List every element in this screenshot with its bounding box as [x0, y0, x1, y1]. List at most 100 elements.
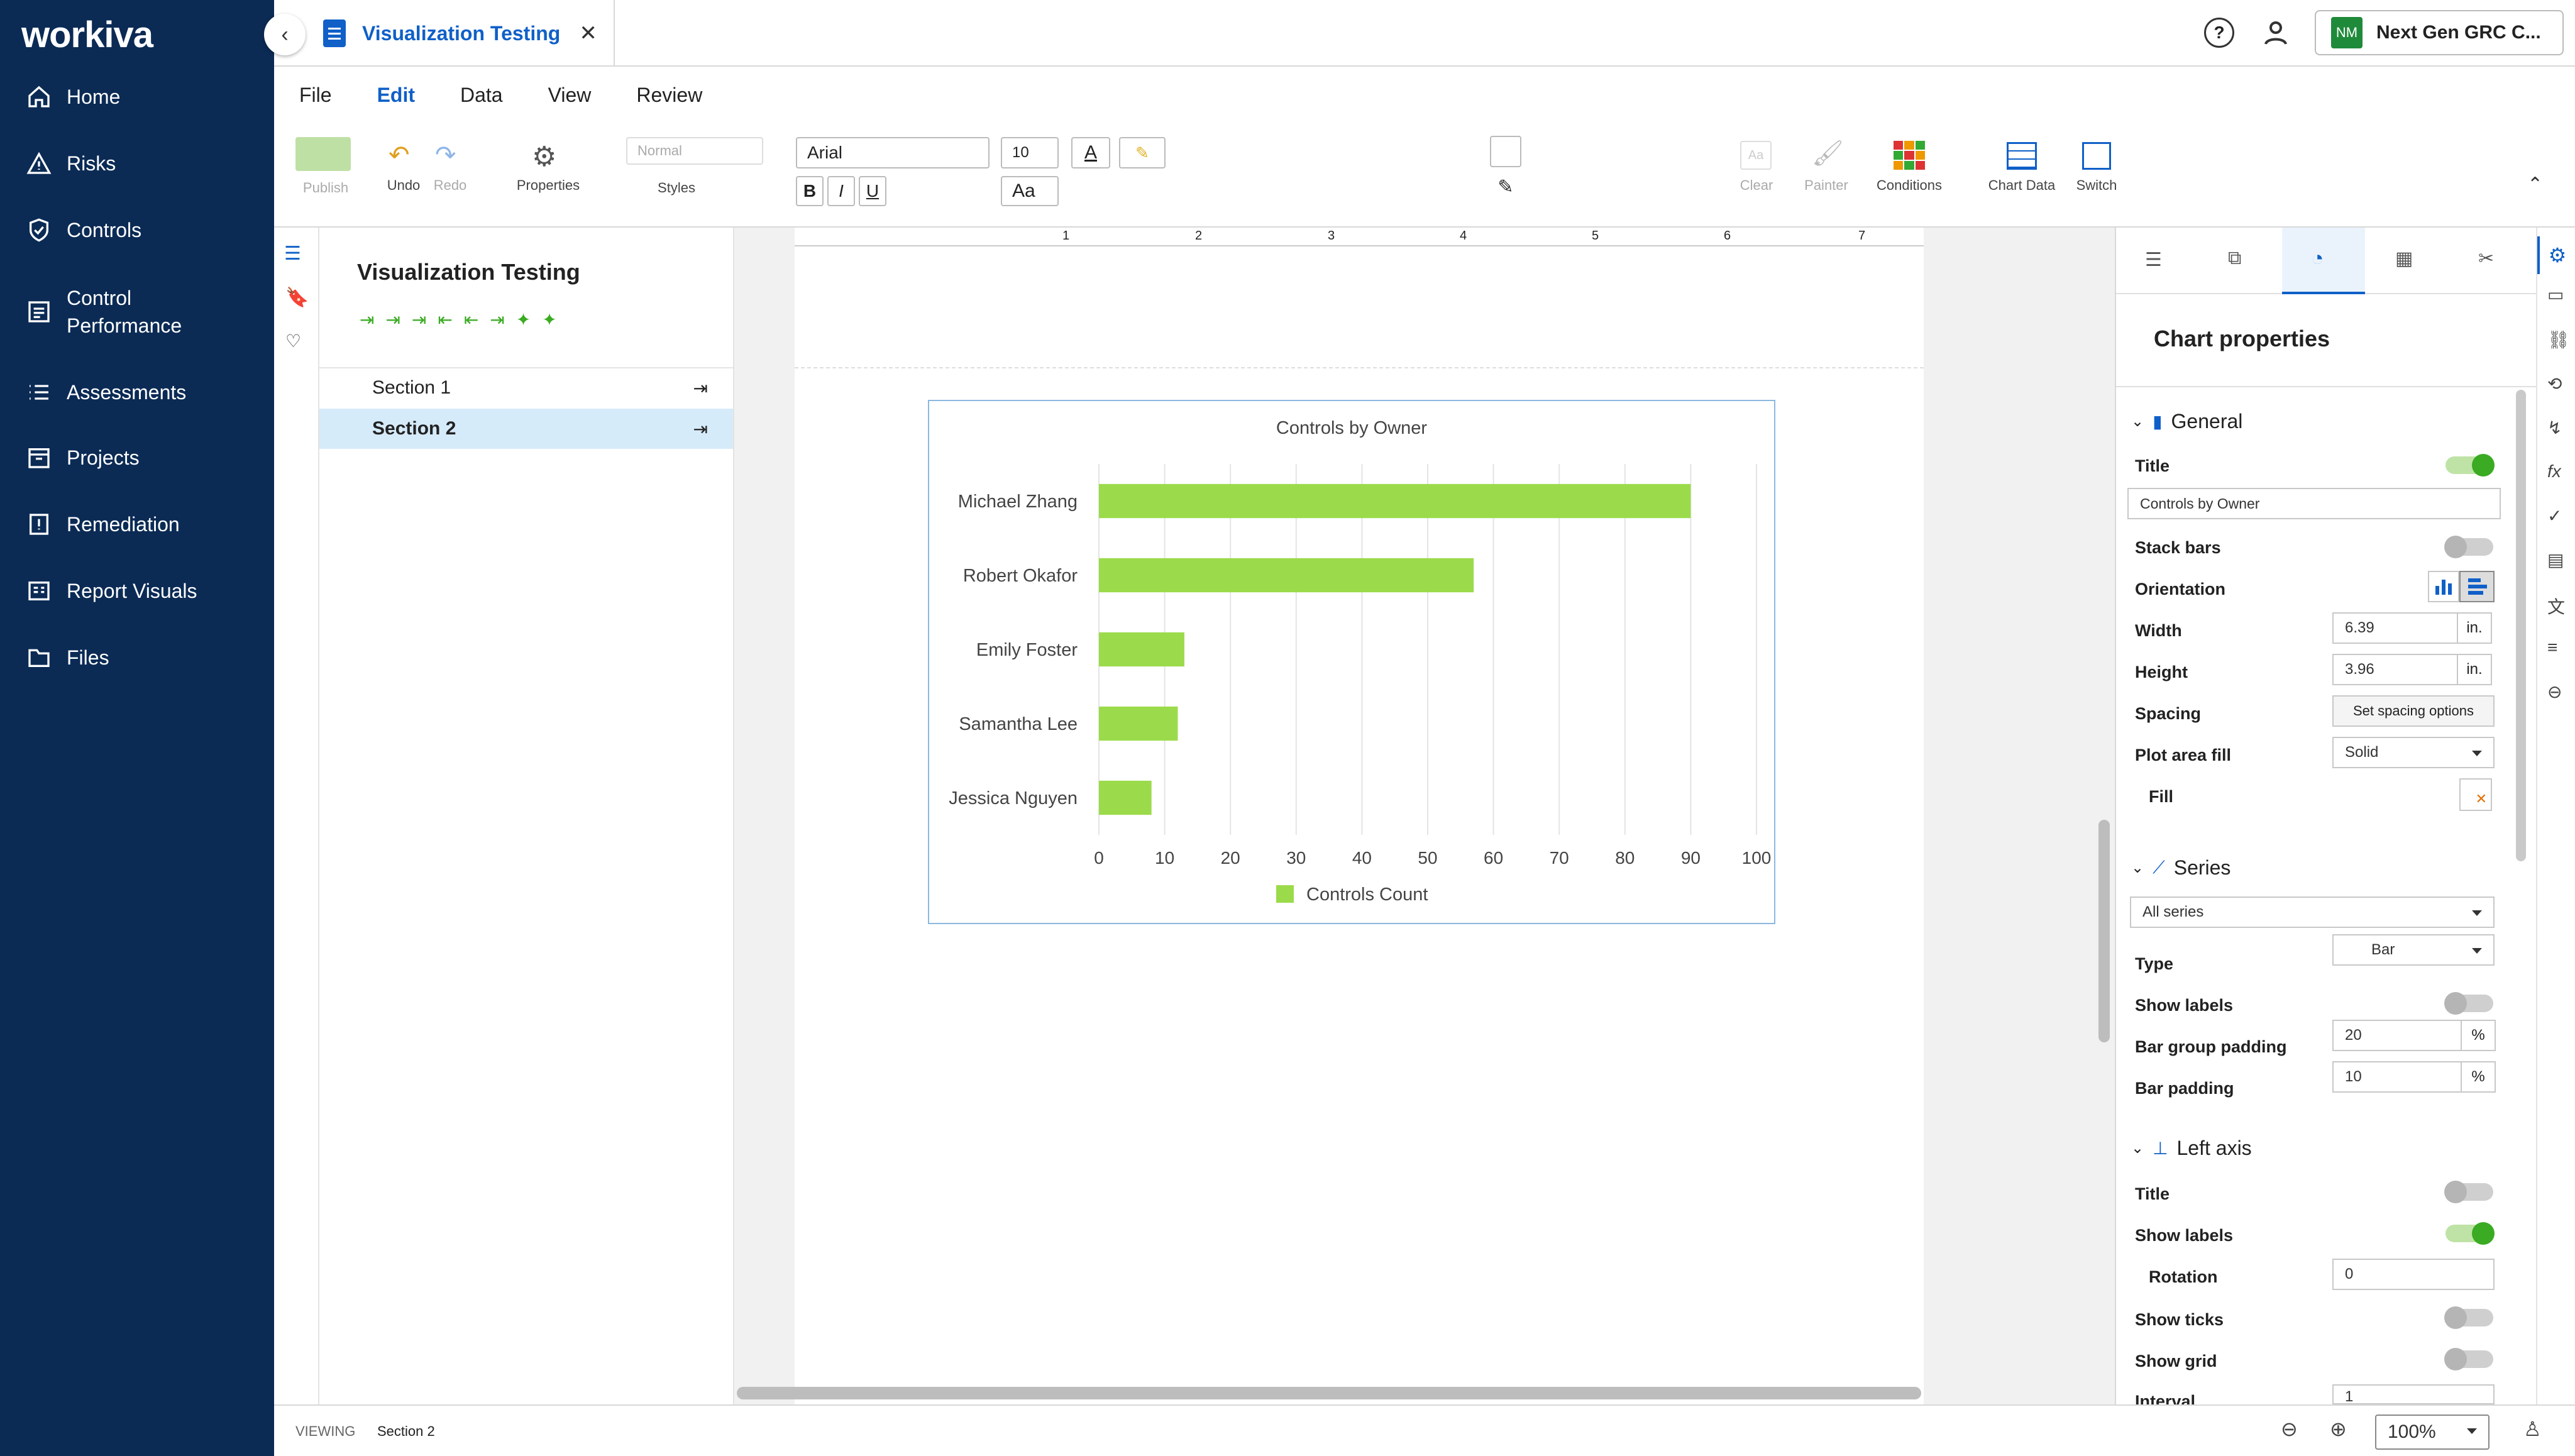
- width-input[interactable]: 6.39: [2332, 612, 2458, 644]
- user-icon[interactable]: [2261, 18, 2291, 48]
- chart-data-icon[interactable]: [2007, 142, 2037, 170]
- translate-icon[interactable]: 文: [2547, 593, 2565, 619]
- horizontal-scrollbar[interactable]: [737, 1387, 1921, 1399]
- chat-icon[interactable]: ▭: [2547, 284, 2564, 305]
- enter-section-icon[interactable]: ⇥: [693, 378, 708, 399]
- workiva-logo[interactable]: workiva: [21, 14, 153, 56]
- paragraph-style-select[interactable]: Normal: [626, 137, 763, 165]
- outline-icon[interactable]: ☰: [284, 243, 307, 265]
- enter-section-icon[interactable]: ⇥: [693, 419, 708, 439]
- menu-view[interactable]: View: [548, 84, 592, 107]
- styles-label[interactable]: Styles: [651, 180, 702, 196]
- text-case-button[interactable]: Aa: [1001, 176, 1059, 206]
- show-grid-toggle[interactable]: [2444, 1348, 2493, 1371]
- history-icon[interactable]: ⟲: [2547, 373, 2562, 394]
- menu-data[interactable]: Data: [460, 84, 503, 107]
- painter-icon[interactable]: 🖌: [1812, 138, 1844, 168]
- publish-button[interactable]: [295, 137, 351, 171]
- nav-item-risks[interactable]: Risks: [25, 150, 270, 177]
- nav-item-files[interactable]: Files: [25, 644, 270, 671]
- vertical-scrollbar[interactable]: [2098, 820, 2110, 1042]
- chart-title-input[interactable]: Controls by Owner: [2127, 488, 2501, 519]
- plot-area-fill-select[interactable]: Solid: [2332, 737, 2495, 768]
- menu-file[interactable]: File: [299, 84, 332, 107]
- line-color-icon[interactable]: ✎: [1490, 176, 1521, 207]
- table-tab-icon[interactable]: ▦: [2395, 248, 2413, 270]
- conditions-button[interactable]: Conditions: [1862, 177, 1956, 194]
- shapes-tab-icon[interactable]: ⧉: [2228, 248, 2241, 269]
- bar-padding-input[interactable]: 10: [2332, 1061, 2462, 1093]
- outline-tab-icon[interactable]: ☰: [2145, 249, 2162, 271]
- variance-icon[interactable]: ↯: [2547, 417, 2562, 438]
- format-tab-icon[interactable]: ✂: [2478, 248, 2494, 270]
- nav-item-control-performance[interactable]: Control Performance: [25, 284, 270, 339]
- spacing-options-button[interactable]: Set spacing options: [2332, 695, 2495, 727]
- link-icon[interactable]: ⛓: [2547, 329, 2570, 350]
- highlight-icon[interactable]: ✎: [1119, 137, 1166, 168]
- comment-icon[interactable]: ♡: [285, 331, 301, 351]
- settings-icon[interactable]: ⚙: [2537, 236, 2575, 274]
- switch-icon[interactable]: [2082, 142, 2111, 170]
- nav-item-controls[interactable]: Controls: [25, 216, 270, 244]
- person-icon[interactable]: ♙: [2523, 1417, 2542, 1441]
- stack-bars-toggle[interactable]: [2444, 536, 2493, 558]
- stack-icon[interactable]: ≡: [2547, 637, 2557, 658]
- left-axis-section-header[interactable]: ⌄ ⊥ Left axis: [2131, 1137, 2252, 1160]
- help-icon[interactable]: ?: [2204, 18, 2234, 48]
- chart-data-button[interactable]: Chart Data: [1978, 177, 2066, 194]
- nav-item-report-visuals[interactable]: Report Visuals: [25, 577, 270, 605]
- nav-item-assessments[interactable]: Assessments: [25, 378, 270, 406]
- series-select[interactable]: All series: [2130, 896, 2495, 928]
- close-icon[interactable]: ✕: [579, 21, 597, 46]
- gear-icon[interactable]: ⚙: [532, 141, 556, 173]
- formula-icon[interactable]: fx: [2547, 461, 2561, 482]
- axis-title-toggle[interactable]: [2444, 1181, 2493, 1203]
- undo-icon[interactable]: ↶: [389, 141, 410, 170]
- font-color-button[interactable]: A: [1071, 137, 1110, 168]
- chart-tab[interactable]: ◔: [2282, 228, 2365, 294]
- title-toggle[interactable]: [2445, 454, 2495, 477]
- rotation-input[interactable]: 0: [2332, 1259, 2495, 1290]
- bookmark-icon[interactable]: 🔖: [285, 287, 309, 309]
- axis-show-labels-toggle[interactable]: [2445, 1222, 2495, 1245]
- connect-icon[interactable]: ⊖: [2547, 681, 2562, 702]
- show-labels-toggle[interactable]: [2444, 992, 2493, 1015]
- outline-tools[interactable]: ⇥⇥⇥⇤⇤⇥✦✦: [360, 309, 568, 330]
- height-input[interactable]: 3.96: [2332, 654, 2458, 685]
- series-section-header[interactable]: ⌄ ⟋ Series: [2131, 856, 2230, 880]
- nav-item-home[interactable]: Home: [25, 83, 270, 111]
- clear-format-icon[interactable]: Aa: [1740, 141, 1772, 170]
- nav-item-remediation[interactable]: Remediation: [25, 510, 270, 538]
- zoom-select[interactable]: 100%: [2375, 1415, 2490, 1450]
- redo-icon[interactable]: ↷: [435, 141, 456, 170]
- font-family-select[interactable]: Arial: [796, 137, 990, 168]
- fill-color-swatch[interactable]: ✕: [2459, 778, 2492, 811]
- general-section-header[interactable]: ⌄ ▮ General: [2131, 410, 2242, 433]
- bar-group-padding-input[interactable]: 20: [2332, 1020, 2462, 1051]
- zoom-in-icon[interactable]: ⊕: [2330, 1417, 2347, 1441]
- nav-item-projects[interactable]: Projects: [25, 444, 270, 472]
- horizontal-orientation-button[interactable]: [2459, 571, 2495, 602]
- vertical-orientation-button[interactable]: [2428, 571, 2459, 602]
- menu-edit[interactable]: Edit: [377, 84, 415, 107]
- outline-section-2[interactable]: Section 2 ⇥: [319, 409, 733, 449]
- show-ticks-toggle[interactable]: [2444, 1306, 2493, 1329]
- properties-button[interactable]: Properties: [504, 177, 592, 194]
- conditions-icon[interactable]: [1894, 141, 1925, 170]
- collapse-toolbar-icon[interactable]: ⌃: [2527, 174, 2543, 196]
- properties-scrollbar[interactable]: [2516, 390, 2526, 861]
- account-switcher[interactable]: NM Next Gen GRC C...: [2315, 10, 2564, 55]
- underline-button[interactable]: U: [859, 176, 886, 206]
- font-size-select[interactable]: 10: [1001, 137, 1059, 168]
- document-tab[interactable]: Visualization Testing ✕: [295, 0, 615, 67]
- fill-color-button[interactable]: [1490, 136, 1521, 167]
- comments-icon[interactable]: ▤: [2547, 549, 2564, 570]
- italic-button[interactable]: I: [827, 176, 855, 206]
- outline-section-1[interactable]: Section 1 ⇥: [319, 367, 733, 407]
- interval-input[interactable]: 1: [2332, 1384, 2495, 1404]
- series-type-select[interactable]: Bar: [2332, 934, 2495, 966]
- chart-frame[interactable]: Controls by Owner 0 10 20 30 40 50 60 70 80 90 100 M…: [928, 400, 1775, 924]
- check-circle-icon[interactable]: ✓: [2547, 505, 2562, 526]
- menu-review[interactable]: Review: [636, 84, 702, 107]
- zoom-out-icon[interactable]: ⊖: [2281, 1417, 2298, 1441]
